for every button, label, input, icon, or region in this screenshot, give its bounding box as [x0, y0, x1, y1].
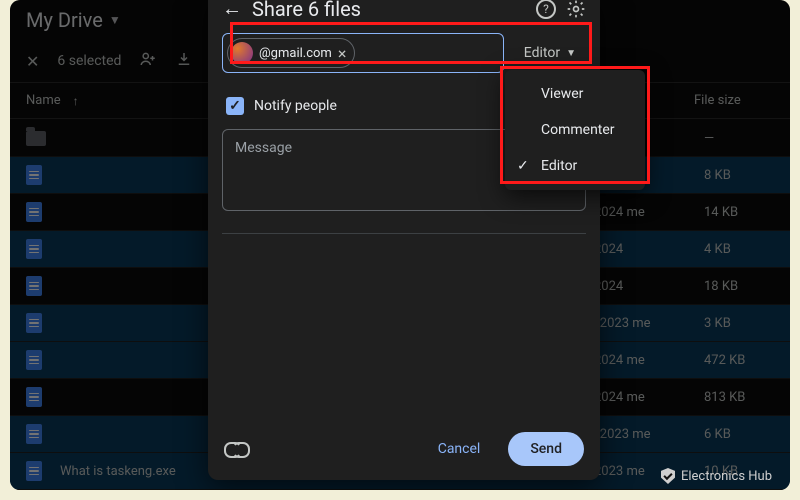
recipient-email: @gmail.com — [259, 46, 332, 61]
role-menu-item[interactable]: Commenter — [505, 112, 645, 148]
cancel-button[interactable]: Cancel — [424, 433, 495, 465]
caret-down-icon: ▼ — [566, 48, 576, 59]
role-menu-item[interactable]: ✓ Editor — [505, 148, 645, 184]
gear-icon[interactable] — [566, 0, 586, 19]
message-placeholder: Message — [235, 140, 292, 156]
copy-link-icon[interactable] — [224, 442, 250, 456]
notify-checkbox[interactable]: ✓ — [226, 97, 244, 115]
role-menu-label: Editor — [541, 158, 577, 174]
send-button[interactable]: Send — [508, 432, 584, 466]
role-label: Editor — [524, 45, 560, 61]
role-menu-item[interactable]: Viewer — [505, 76, 645, 112]
role-menu-label: Viewer — [541, 86, 583, 102]
remove-recipient-icon[interactable]: × — [338, 44, 347, 63]
notify-label: Notify people — [254, 98, 337, 114]
back-icon[interactable]: ← — [222, 0, 242, 21]
role-dropdown-button[interactable]: Editor ▼ — [514, 39, 586, 67]
recipient-input[interactable]: @gmail.com × — [222, 33, 504, 73]
recipient-chip[interactable]: @gmail.com × — [227, 38, 355, 68]
divider — [222, 233, 586, 234]
shield-icon — [661, 468, 675, 484]
dialog-title: Share 6 files — [252, 0, 526, 21]
watermark-text: Electronics Hub — [681, 469, 772, 484]
check-icon: ✓ — [517, 158, 529, 174]
avatar — [231, 42, 253, 64]
watermark: Electronics Hub — [661, 468, 772, 484]
help-icon[interactable] — [536, 0, 556, 19]
role-menu-label: Commenter — [541, 122, 615, 138]
role-menu: Viewer Commenter ✓ Editor — [505, 70, 645, 190]
